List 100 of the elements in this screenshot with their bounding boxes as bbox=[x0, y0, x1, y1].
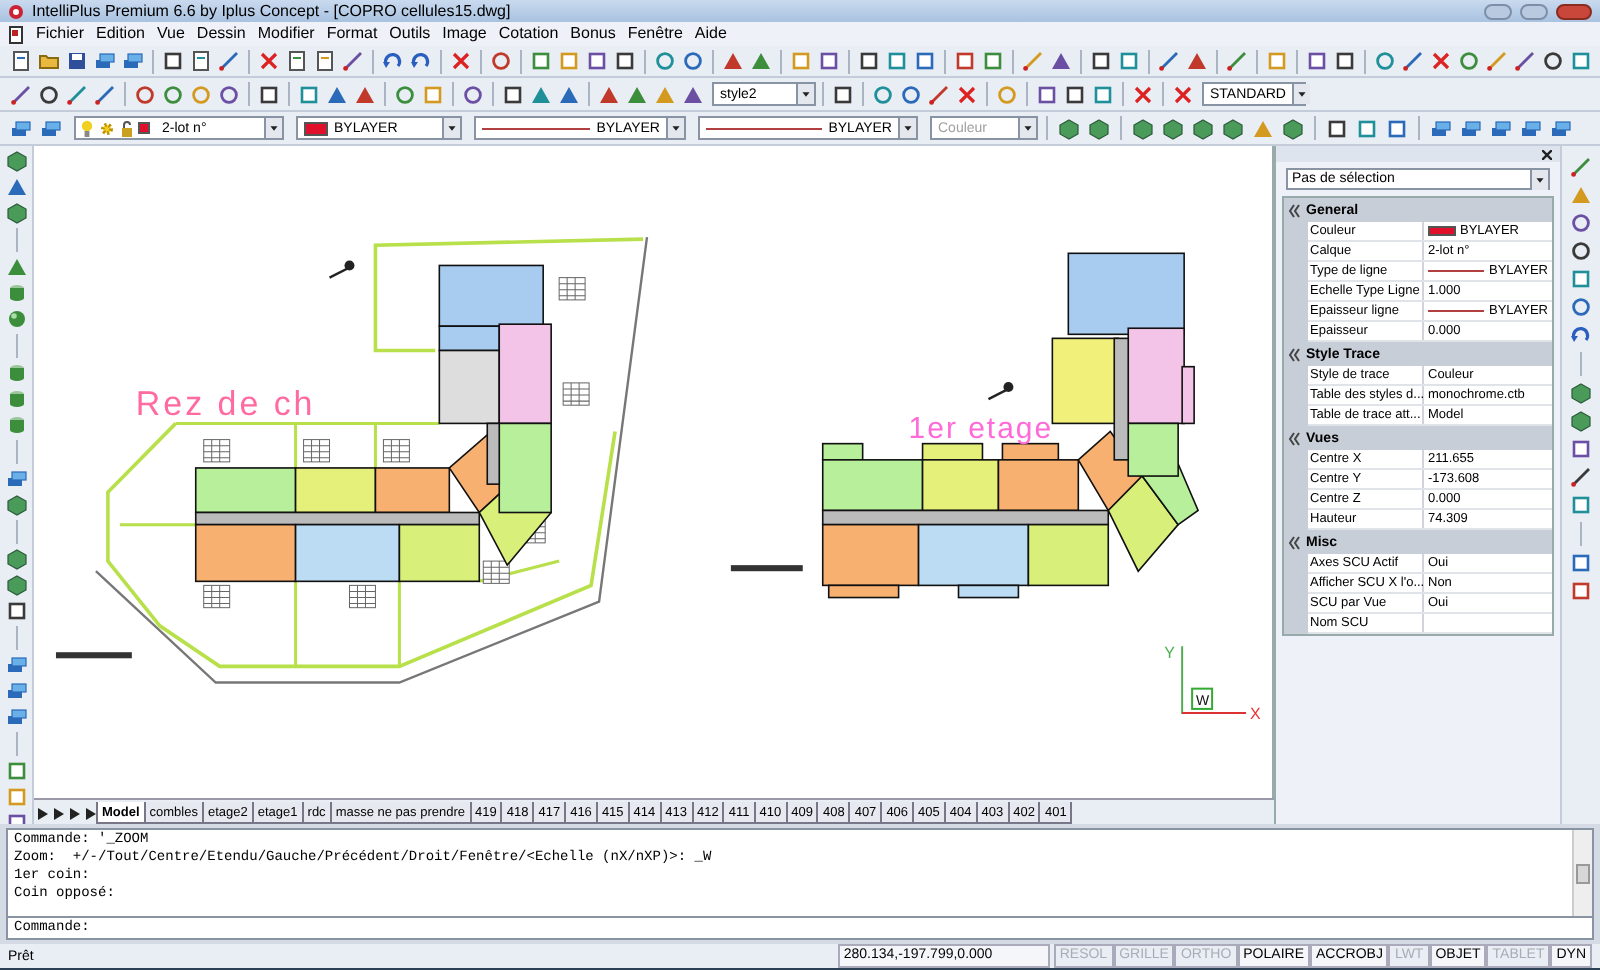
line-icon[interactable] bbox=[342, 50, 364, 72]
scrollbar[interactable] bbox=[1572, 830, 1592, 916]
layers-icon[interactable] bbox=[5, 706, 27, 728]
ucs-axis-icon bbox=[1181, 646, 1247, 714]
triangle-icon[interactable] bbox=[1050, 50, 1072, 72]
caret-icon[interactable] bbox=[898, 118, 916, 138]
circle-icon[interactable] bbox=[462, 83, 484, 105]
curved-arrow-icon[interactable] bbox=[410, 50, 432, 72]
menu-item[interactable]: Outils bbox=[389, 24, 431, 44]
menu-item[interactable]: Edition bbox=[96, 24, 145, 44]
triangle-icon[interactable] bbox=[750, 50, 772, 72]
cross-icon[interactable] bbox=[956, 83, 978, 105]
circle-icon[interactable] bbox=[1570, 240, 1592, 262]
layers-icon[interactable] bbox=[5, 654, 27, 676]
triangle-icon[interactable] bbox=[558, 83, 580, 105]
curved-arrow-icon[interactable] bbox=[1570, 324, 1592, 346]
collapse-icon[interactable] bbox=[1288, 348, 1300, 362]
caret-icon[interactable] bbox=[1291, 84, 1310, 104]
document-icon[interactable] bbox=[8, 25, 24, 43]
line-icon[interactable] bbox=[10, 83, 32, 105]
line-icon[interactable] bbox=[1022, 50, 1044, 72]
layers-icon[interactable] bbox=[1490, 117, 1512, 139]
circle-icon[interactable] bbox=[682, 50, 704, 72]
circle-icon[interactable] bbox=[1570, 212, 1592, 234]
line-icon[interactable] bbox=[1570, 466, 1592, 488]
caret-icon[interactable] bbox=[264, 118, 282, 138]
line-icon[interactable] bbox=[1486, 50, 1508, 72]
close-button[interactable] bbox=[1556, 3, 1592, 19]
circle-icon[interactable] bbox=[218, 83, 240, 105]
layers-icon[interactable] bbox=[1430, 117, 1452, 139]
menu-item[interactable]: Cotation bbox=[498, 24, 559, 44]
menu-item[interactable]: Aide bbox=[694, 24, 727, 44]
line-icon[interactable] bbox=[66, 83, 88, 105]
line-icon[interactable] bbox=[1402, 50, 1424, 72]
circle-icon[interactable] bbox=[38, 83, 60, 105]
menu-item[interactable]: Fichier bbox=[36, 24, 85, 44]
layers-icon[interactable] bbox=[5, 468, 27, 490]
sphere-icon[interactable] bbox=[5, 308, 27, 330]
caret-icon[interactable] bbox=[796, 84, 814, 104]
layers-icon[interactable] bbox=[40, 117, 62, 139]
curved-arrow-icon[interactable] bbox=[382, 50, 404, 72]
triangle-icon[interactable] bbox=[682, 83, 704, 105]
circle-icon[interactable] bbox=[1570, 296, 1592, 318]
triangle-icon[interactable] bbox=[5, 176, 27, 198]
document-icon[interactable] bbox=[286, 50, 308, 72]
close-icon[interactable] bbox=[1542, 149, 1552, 159]
menu-item[interactable]: Bonus bbox=[570, 24, 616, 44]
menu-item[interactable]: Vue bbox=[156, 24, 185, 44]
color-swatch bbox=[138, 122, 150, 134]
cross-icon[interactable] bbox=[1430, 50, 1452, 72]
cylinder-icon[interactable] bbox=[5, 362, 27, 384]
triangle-icon[interactable] bbox=[626, 83, 648, 105]
line-icon[interactable] bbox=[1158, 50, 1180, 72]
line-icon[interactable] bbox=[1514, 50, 1536, 72]
line-icon[interactable] bbox=[928, 83, 950, 105]
menu-item[interactable]: Modifier bbox=[257, 24, 315, 44]
circle-icon[interactable] bbox=[134, 83, 156, 105]
collapse-icon[interactable] bbox=[1288, 536, 1300, 550]
layers-icon[interactable] bbox=[10, 117, 32, 139]
folder-icon[interactable] bbox=[38, 50, 60, 72]
layers-icon[interactable] bbox=[94, 50, 116, 72]
cross-icon[interactable] bbox=[450, 50, 472, 72]
collapse-icon[interactable] bbox=[1288, 432, 1300, 446]
line-icon[interactable] bbox=[1570, 156, 1592, 178]
lightbulb-icon[interactable] bbox=[80, 119, 94, 137]
cross-icon[interactable] bbox=[1132, 83, 1154, 105]
menu-item[interactable]: Fenêtre bbox=[627, 24, 683, 44]
triangle-icon[interactable] bbox=[722, 50, 744, 72]
cross-icon[interactable] bbox=[1172, 83, 1194, 105]
cross-icon[interactable] bbox=[258, 50, 280, 72]
layers-icon[interactable] bbox=[5, 680, 27, 702]
triangle-icon[interactable] bbox=[598, 83, 620, 105]
menu-item[interactable]: Image bbox=[442, 24, 487, 44]
layers-icon[interactable] bbox=[1520, 117, 1542, 139]
layers-icon[interactable] bbox=[1460, 117, 1482, 139]
caret-icon[interactable] bbox=[1530, 169, 1548, 189]
document-icon[interactable] bbox=[10, 50, 32, 72]
triangle-icon[interactable] bbox=[354, 83, 376, 105]
document-icon[interactable] bbox=[190, 50, 212, 72]
padlock-icon[interactable] bbox=[120, 119, 134, 137]
caret-icon[interactable] bbox=[666, 118, 684, 138]
line-icon[interactable] bbox=[218, 50, 240, 72]
circle-icon[interactable] bbox=[900, 83, 922, 105]
collapse-icon[interactable] bbox=[1288, 204, 1300, 218]
circle-icon[interactable] bbox=[490, 50, 512, 72]
caret-icon[interactable] bbox=[442, 118, 460, 138]
circle-icon[interactable] bbox=[1542, 50, 1564, 72]
layers-icon[interactable] bbox=[1550, 117, 1572, 139]
cylinder-icon[interactable] bbox=[5, 414, 27, 436]
line-icon[interactable] bbox=[94, 83, 116, 105]
triangle-icon[interactable] bbox=[326, 83, 348, 105]
triangle-icon[interactable] bbox=[1186, 50, 1208, 72]
line-icon[interactable] bbox=[1226, 50, 1248, 72]
menu-item[interactable]: Format bbox=[326, 24, 378, 44]
layers-icon[interactable] bbox=[122, 50, 144, 72]
cylinder-icon[interactable] bbox=[5, 388, 27, 410]
document-icon[interactable] bbox=[314, 50, 336, 72]
triangle-icon[interactable] bbox=[5, 256, 27, 278]
menu-item[interactable]: Dessin bbox=[196, 24, 246, 44]
cylinder-icon[interactable] bbox=[5, 282, 27, 304]
